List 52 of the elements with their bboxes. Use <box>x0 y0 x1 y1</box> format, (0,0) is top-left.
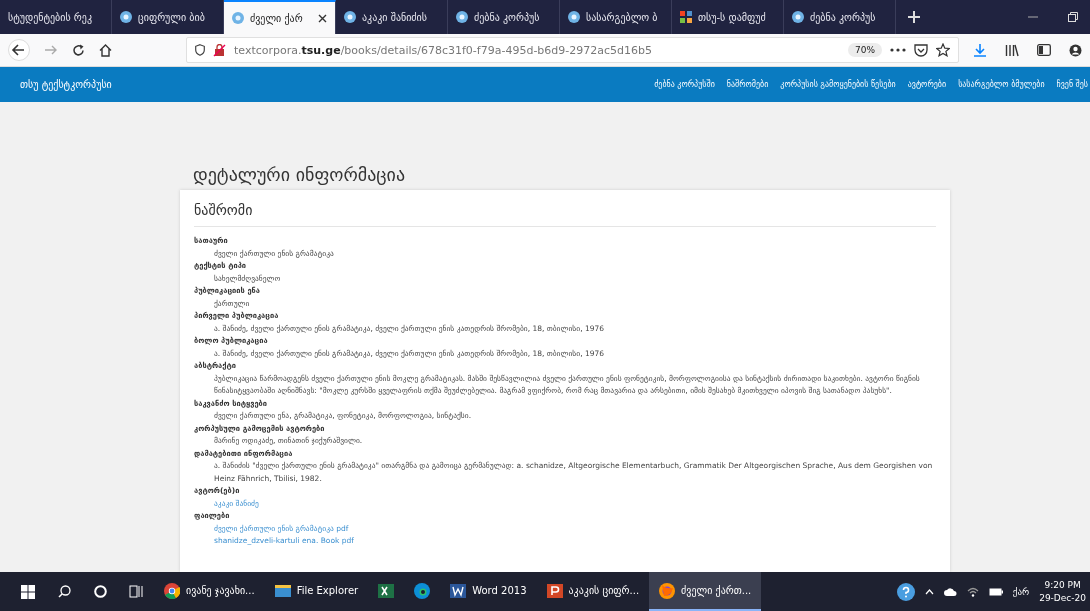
sidebar-icon[interactable] <box>1037 44 1051 56</box>
broken-lock-icon <box>213 43 226 57</box>
pocket-icon[interactable] <box>914 43 928 57</box>
wifi-icon[interactable] <box>966 586 979 597</box>
address-bar[interactable]: textcorpora.tsu.ge/books/details/678c31f0-f79a-495d-b6d9-2972ac5d16b5 70% <box>186 37 959 63</box>
windows-icon[interactable] <box>21 584 35 599</box>
close-icon[interactable] <box>318 13 327 23</box>
folder-icon <box>274 582 291 599</box>
clock-time[interactable]: 9:20 PM <box>1044 578 1081 592</box>
taskbar-app[interactable]: Word 2013 <box>440 572 537 611</box>
star-icon[interactable] <box>936 43 950 57</box>
browser-icon <box>659 582 676 599</box>
nav-link[interactable]: კორპუსის გამოყენების წესები <box>780 80 896 89</box>
back-icon[interactable] <box>8 39 30 61</box>
account-icon[interactable] <box>1069 43 1082 57</box>
page-heading: დეტალური ინფორმაცია <box>193 164 407 185</box>
taskbar-app[interactable]: ივანე ჯავახი... <box>154 572 265 611</box>
chevron-up-icon[interactable] <box>924 588 934 595</box>
spreadsheet-icon <box>378 582 395 599</box>
language-indicator[interactable]: ქარ <box>1012 586 1030 597</box>
circle-icon[interactable] <box>93 585 107 598</box>
home-icon[interactable] <box>99 43 112 57</box>
nav-link[interactable]: ნაშრომები <box>726 80 769 89</box>
nav-link[interactable]: ჩვენ შეს <box>1056 80 1088 89</box>
browser-icon <box>164 582 180 599</box>
help-icon[interactable] <box>896 582 915 601</box>
more-icon[interactable] <box>890 48 906 52</box>
taskbar-app[interactable]: ძველი ქართ... <box>649 572 762 611</box>
browser-tab[interactable]: ძველი ქარ <box>224 0 336 34</box>
taskbar-app[interactable]: აკაკის ციფრ... <box>536 572 650 611</box>
nav-link[interactable]: სასარგებლო ბმულები <box>958 80 1045 89</box>
task-view-icon[interactable] <box>129 585 143 598</box>
nav-link[interactable]: ავტორები <box>907 80 947 89</box>
search-icon[interactable] <box>57 585 71 598</box>
battery-icon[interactable] <box>988 587 1003 596</box>
nav-link[interactable]: ძებნა კორპუსში <box>654 80 715 89</box>
card-title: ნაშრომი <box>194 198 936 227</box>
browser-icon <box>414 582 431 599</box>
download-icon[interactable] <box>973 43 987 57</box>
restore-icon[interactable] <box>1068 12 1078 22</box>
zoom-level[interactable]: 70% <box>848 43 882 57</box>
shield-icon <box>195 44 205 56</box>
document-icon <box>450 582 467 599</box>
plus-icon[interactable] <box>907 10 921 24</box>
taskbar-app[interactable]: File Explorer <box>264 572 369 611</box>
library-icon[interactable] <box>1005 43 1019 57</box>
clock-date[interactable]: 29-Dec-20 <box>1039 591 1086 605</box>
presentation-icon <box>546 582 563 599</box>
url-text: textcorpora.tsu.ge/books/details/678c31f0-f79a-495d-b6d9-2972ac5d16b5 <box>234 43 653 57</box>
site-brand[interactable]: თსუ ტექსტკორპუსი <box>20 79 112 90</box>
reload-icon[interactable] <box>72 43 85 57</box>
cloud-icon[interactable] <box>943 587 957 596</box>
